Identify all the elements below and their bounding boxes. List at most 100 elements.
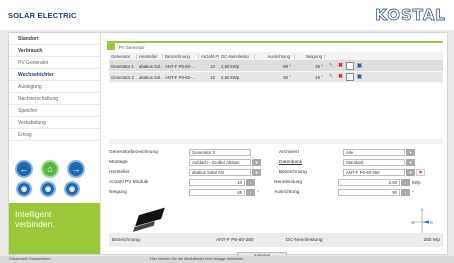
- neigung-unit: °: [257, 189, 259, 195]
- cell-neigung: 45 °: [315, 74, 323, 80]
- cell-anzahl: 10: [210, 74, 215, 80]
- back-arrow-icon[interactable]: ←: [15, 160, 33, 178]
- montage-select[interactable]: Aufdach - Großer Abstan: [189, 158, 251, 166]
- cell-ausrichtung: 90 °: [283, 74, 291, 80]
- table-row[interactable]: Generator 1 abakus Sol... ANT-F P6-60-..…: [109, 61, 443, 72]
- sidebar-item-pv-generator[interactable]: PV Generator: [9, 57, 100, 69]
- anzahl-module-input[interactable]: 10: [189, 178, 245, 186]
- ausrichtung-input[interactable]: 90: [338, 188, 400, 196]
- dropdown-icon[interactable]: ▼: [406, 158, 415, 166]
- nav-buttons: ← ⌂ → ◉ ◉ ◉: [15, 160, 99, 200]
- generator-name-input[interactable]: Generator 3: [189, 148, 251, 156]
- summary-bar: Bezeichnung ANT-F P6-60-250 DC-Nennleist…: [109, 233, 443, 247]
- generator-name-label: Generatorbezeichnung: [109, 149, 158, 155]
- cell-ausrichtung: -90 °: [281, 63, 291, 69]
- dropdown-icon[interactable]: ▼: [252, 158, 261, 166]
- summary-value-dc-nennleistung: 250 Wp: [423, 237, 440, 243]
- section-title-text: PV Generator: [119, 45, 145, 50]
- copy-icon[interactable]: [346, 73, 354, 81]
- stepper-icon[interactable]: ↕: [246, 178, 255, 186]
- compass-w: W: [411, 221, 415, 225]
- section-divider: [109, 139, 443, 144]
- bezeichnung-select[interactable]: ANT-F P6-60-250: [343, 168, 405, 176]
- sidebar-item-standort[interactable]: Standort: [9, 33, 100, 45]
- top-bar: SOLAR ELECTRIC KOSTAL: [0, 0, 454, 30]
- promo-line-1: Intelligent: [15, 209, 52, 219]
- database-save-icon[interactable]: ◉: [64, 181, 80, 197]
- col-header-bezeichnung[interactable]: Bezeichnung: [163, 53, 199, 59]
- section-title: PV Generator: [107, 41, 443, 50]
- forward-arrow-icon[interactable]: →: [67, 160, 85, 178]
- archiviert-select[interactable]: Alle: [343, 148, 405, 156]
- row-actions: ✎ ✖ ▣: [325, 62, 385, 70]
- hint-text: Hier können Sie die Modulfelder Ihrer An…: [150, 257, 245, 261]
- sidebar-item-speicher[interactable]: Speicher: [9, 105, 100, 117]
- stepper-icon[interactable]: ↕: [401, 178, 410, 186]
- bezeichnung-label: Bezeichnung: [279, 169, 307, 175]
- col-header-neigung[interactable]: Neigung: [295, 53, 325, 59]
- ausrichtung-unit: °: [412, 189, 414, 195]
- kostal-logo: KOSTAL: [375, 6, 446, 25]
- edit-icon[interactable]: ✎: [327, 73, 335, 81]
- delete-icon[interactable]: ✖: [337, 73, 345, 81]
- cell-generator: Generator 2: [111, 74, 134, 80]
- ausrichtung-label: Ausrichtung: [274, 189, 300, 195]
- cell-dc-nennleistung: 2,50 kWp: [221, 74, 240, 80]
- database-icon[interactable]: ◉: [16, 181, 32, 197]
- sidebar-item-nachverschaltung[interactable]: Nachverschaltung: [9, 93, 100, 105]
- anzahl-module-label: Anzahl PV Module: [109, 179, 149, 185]
- sidebar-item-wechselrichter[interactable]: Wechselrichter: [9, 69, 100, 81]
- summary-value-bezeichnung: ANT-F P6-60-250: [216, 237, 254, 243]
- generator-table: Generator Hersteller Bezeichnung Anzahl …: [109, 52, 443, 83]
- stepper-icon[interactable]: ↕: [401, 188, 410, 196]
- dropdown-icon[interactable]: ▼: [252, 168, 261, 176]
- datenbank-link[interactable]: Datenbank: [279, 160, 343, 165]
- datenbank-select[interactable]: Standard: [343, 158, 405, 166]
- sidebar-item-auslegung[interactable]: Auslegung: [9, 81, 100, 93]
- promo-line-2: verbinden.: [15, 219, 55, 229]
- col-header-ausrichtung[interactable]: Ausrichtung: [255, 53, 295, 59]
- neigung-label: Neigung: [109, 189, 127, 195]
- nennleistung-unit: kWp: [412, 179, 421, 185]
- section-marker: [107, 41, 115, 50]
- cell-generator: Generator 1: [111, 63, 134, 69]
- nennleistung-label: Nennleistung: [274, 179, 303, 185]
- sidebar-item-verbrauch[interactable]: Verbrauch: [9, 45, 100, 57]
- generator-form: Generatorbezeichnung Generator 3 Archivi…: [109, 147, 443, 197]
- cell-anzahl: 10: [210, 63, 215, 69]
- database-add-icon[interactable]: ◉: [40, 181, 56, 197]
- delete-icon[interactable]: ✖: [337, 62, 345, 70]
- save-icon[interactable]: ▣: [356, 62, 364, 70]
- datasheet-icon[interactable]: ⚑: [416, 168, 425, 176]
- sidebar-item-ertrag[interactable]: Ertrag: [9, 129, 100, 141]
- table-header: Generator Hersteller Bezeichnung Anzahl …: [109, 52, 443, 61]
- montage-label: Montage: [109, 159, 128, 165]
- stepper-icon[interactable]: ↕: [246, 188, 255, 196]
- save-icon[interactable]: ▣: [356, 73, 364, 81]
- compass-n: N: [421, 208, 424, 212]
- home-icon[interactable]: ⌂: [41, 160, 59, 178]
- copy-icon[interactable]: [346, 62, 354, 70]
- nennleistung-input[interactable]: 2,50: [338, 178, 400, 186]
- summary-label-bezeichnung: Bezeichnung: [112, 237, 140, 243]
- content-area: Standort Verbrauch PV Generator Wechselr…: [8, 32, 448, 260]
- compass-o: O: [430, 221, 433, 225]
- dropdown-icon[interactable]: ▼: [406, 148, 415, 156]
- col-header-generator[interactable]: Generator: [109, 53, 137, 59]
- sidebar: Standort Verbrauch PV Generator Wechselr…: [9, 33, 101, 254]
- table-row[interactable]: Generator 2 abakus Sol... ANT-F P6-60-..…: [109, 72, 443, 83]
- sidebar-item-verkabelung[interactable]: Verkabelung: [9, 117, 100, 129]
- neigung-input[interactable]: 45: [189, 188, 245, 196]
- col-header-hersteller[interactable]: Hersteller: [137, 53, 163, 59]
- cell-hersteller: abakus Sol...: [139, 74, 163, 80]
- hersteller-select[interactable]: abakus Solar AG: [189, 168, 251, 176]
- row-actions: ✎ ✖ ▣: [325, 73, 385, 81]
- cell-hersteller: abakus Sol...: [139, 63, 163, 69]
- col-header-anzahl[interactable]: Anzahl PV M: [199, 53, 219, 59]
- summary-label-dc-nennleistung: DC-Nennleistung: [286, 237, 323, 243]
- col-header-dc-nennleistung[interactable]: DC-Nennleistu: [219, 53, 255, 59]
- cell-bezeichnung: ANT-F P6-60-...: [165, 74, 196, 80]
- location-text: Düsseldorf, Deutschland: [9, 257, 51, 261]
- edit-icon[interactable]: ✎: [327, 62, 335, 70]
- dropdown-icon[interactable]: ▼: [406, 168, 415, 176]
